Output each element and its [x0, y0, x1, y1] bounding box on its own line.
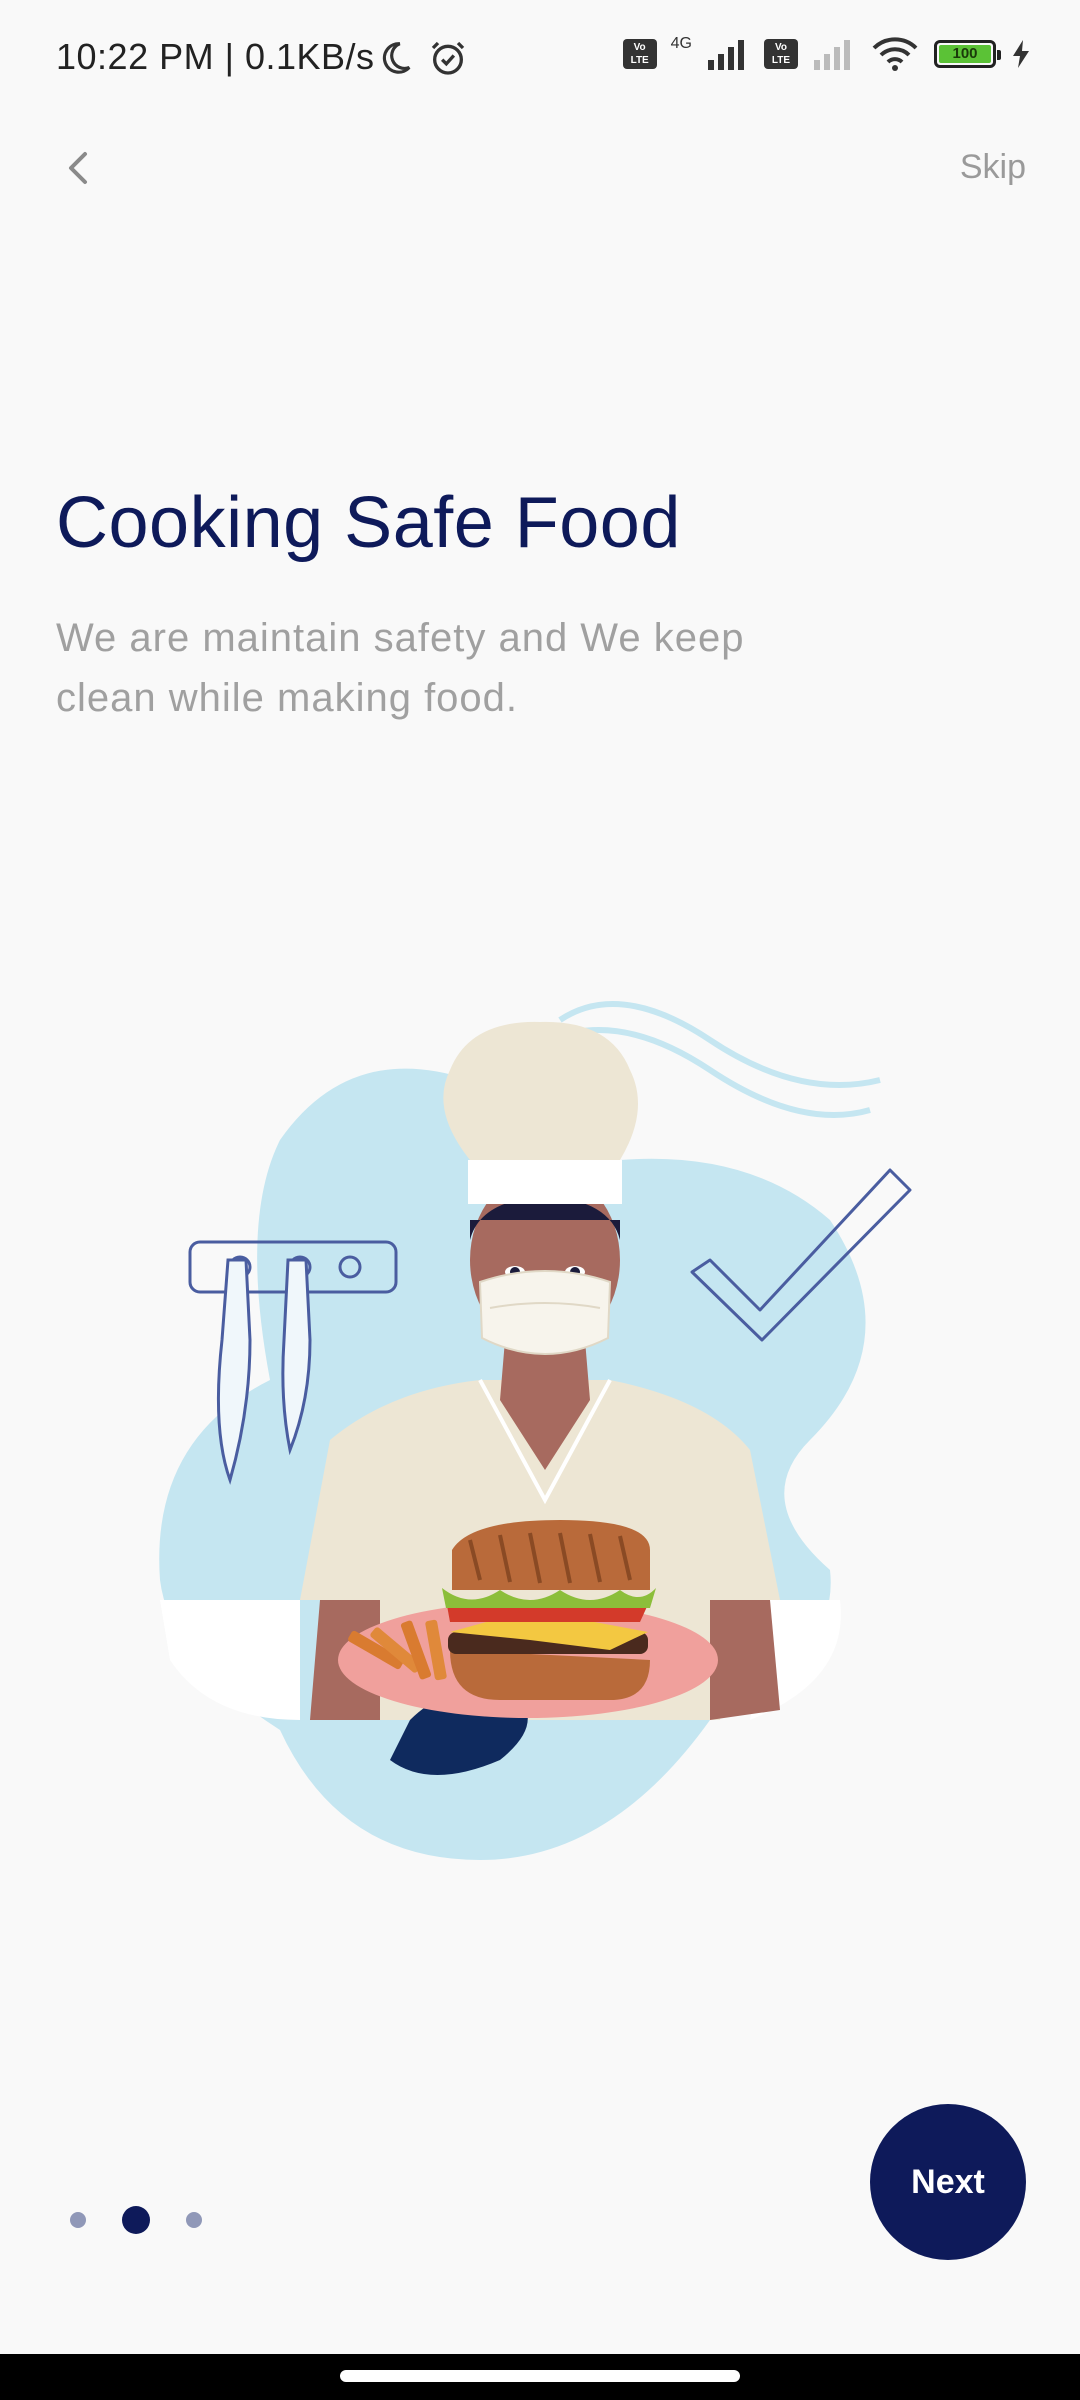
chef-illustration [159, 1001, 912, 1860]
signal-icon [708, 40, 744, 70]
alarm-icon [431, 41, 465, 75]
status-left-icons [376, 38, 468, 78]
moon-icon [382, 42, 411, 74]
face-mask [478, 1270, 612, 1355]
network-type-label: 4G [670, 35, 692, 52]
signal-icon-2 [814, 40, 850, 70]
status-right-icons: Vo LTE 4G Vo LTE 100 [622, 35, 1032, 72]
battery-icon: 100 [934, 40, 1001, 68]
chevron-left-icon [69, 152, 87, 184]
volte-icon: Vo LTE [622, 39, 657, 69]
chef-hat-icon [443, 1021, 638, 1204]
wifi-icon [872, 37, 918, 71]
pager-dot-3[interactable] [186, 2212, 202, 2228]
status-bar: 10:22 PM | 0.1KB/s Vo LTE 4G Vo LTE 100 [0, 0, 1080, 120]
system-nav-bar [0, 2354, 1080, 2400]
pager-dots [70, 2206, 202, 2234]
page-title: Cooking Safe Food [56, 483, 681, 563]
home-indicator[interactable] [340, 2370, 740, 2382]
battery-level: 100 [939, 45, 991, 63]
next-button[interactable]: Next [870, 2104, 1026, 2260]
volte-icon-2: Vo LTE [764, 39, 798, 69]
status-time: 10:22 PM | 0.1KB/s [56, 36, 375, 77]
pager-dot-2-active[interactable] [122, 2206, 150, 2234]
charging-icon [1013, 40, 1029, 68]
back-button[interactable] [50, 140, 106, 196]
page-description: We are maintain safety and We keep clean… [56, 616, 745, 720]
burger-icon [442, 1520, 656, 1700]
skip-button[interactable]: Skip [960, 148, 1026, 187]
pager-dot-1[interactable] [70, 2212, 86, 2228]
